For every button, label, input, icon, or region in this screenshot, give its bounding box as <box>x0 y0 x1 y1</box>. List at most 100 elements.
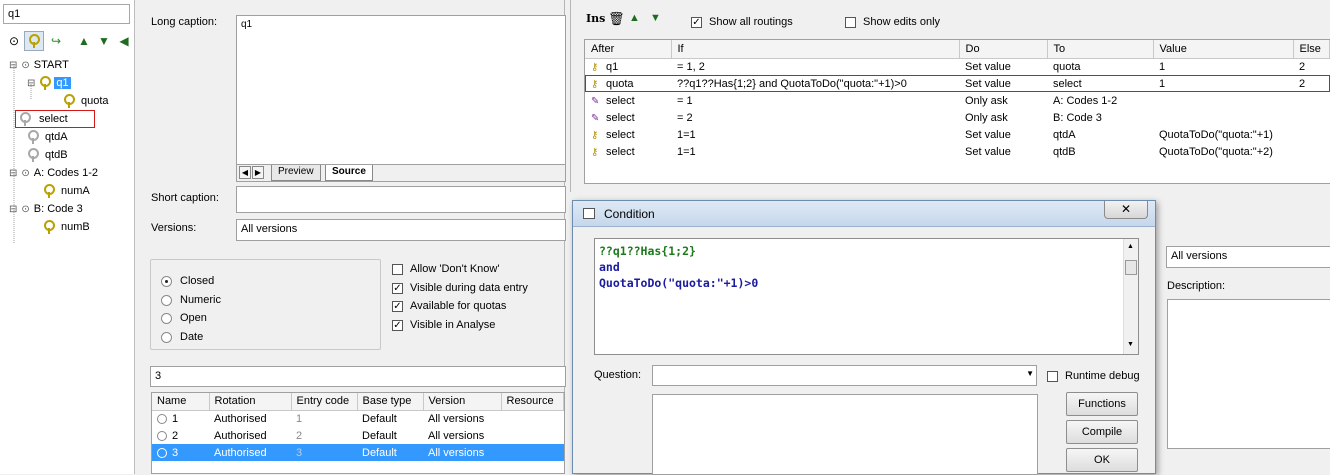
tree-node-codes-1-2[interactable]: ⊟ ⊙ A: Codes 1-2 <box>9 165 98 181</box>
column-header[interactable]: To <box>1047 40 1154 59</box>
functions-button[interactable]: Functions <box>1066 392 1138 416</box>
tree-node-select[interactable]: select <box>15 110 95 128</box>
circle-icon[interactable]: ⊙ <box>4 31 24 51</box>
table-cell: 1 <box>1159 77 1166 90</box>
table-row[interactable]: 2 Authorised 2 Default All versions <box>152 427 564 444</box>
column-header[interactable]: Resource <box>501 393 564 411</box>
editor-scrollbar[interactable]: ▲ ▼ <box>1123 239 1138 354</box>
table-row[interactable]: 3 Authorised 3 Default All versions <box>152 444 564 461</box>
table-cell: All versions <box>423 444 501 461</box>
props-versions-select[interactable]: All versions <box>1166 246 1330 268</box>
arrow-up-icon[interactable]: ▲ <box>74 31 94 51</box>
table-cell: Set value <box>965 145 1011 158</box>
column-header[interactable]: Version <box>423 393 502 411</box>
table-cell <box>1293 126 1330 143</box>
checkbox-box <box>845 16 856 28</box>
type-date-radio[interactable]: Date <box>161 331 203 343</box>
condition-editor[interactable]: ??q1??Has{1;2} and QuotaToDo("quota:"+1)… <box>594 238 1139 355</box>
versions-select[interactable]: All versions <box>236 219 566 241</box>
show-edits-only-checkbox[interactable]: Show edits only <box>845 16 940 28</box>
code-input[interactable]: 3 <box>150 366 566 387</box>
arrow-down-icon[interactable]: ▼ <box>650 12 661 24</box>
column-header[interactable]: Entry code <box>291 393 358 411</box>
collapse-icon[interactable]: ⊟ <box>9 60 17 71</box>
dialog-title: Condition <box>604 207 655 221</box>
row-radio[interactable] <box>157 447 167 458</box>
close-icon[interactable]: ✕ <box>1104 201 1148 219</box>
description-textarea[interactable] <box>1167 299 1330 449</box>
refresh-icon[interactable]: ↪ <box>46 31 66 51</box>
type-open-radio[interactable]: Open <box>161 312 207 324</box>
table-cell: 3 <box>152 444 209 461</box>
table-row-highlighted[interactable]: ⚷ quota ??q1??Has{1;2} and QuotaToDo("quo… <box>585 75 1330 92</box>
long-caption-editor[interactable]: q1 ◀ ▶ Preview Source <box>236 15 566 182</box>
table-cell: ⚷ quota <box>591 77 634 90</box>
insert-button[interactable]: Ins <box>586 12 605 25</box>
scroll-thumb[interactable] <box>1125 260 1137 275</box>
tab-source[interactable]: Source <box>325 165 373 181</box>
table-cell: Authorised <box>214 412 267 425</box>
scroll-right-icon[interactable]: ▶ <box>252 166 264 179</box>
table-cell: Default <box>362 412 397 425</box>
tree-search-input[interactable]: q1 <box>3 4 130 24</box>
type-numeric-radio[interactable]: Numeric <box>161 294 221 306</box>
table-row[interactable]: ✎ select = 2 Only ask B: Code 3 <box>585 109 1330 126</box>
key-icon[interactable] <box>24 31 44 51</box>
row-radio[interactable] <box>157 413 167 424</box>
visible-analyse-checkbox[interactable]: ✓ Visible in Analyse <box>392 319 495 331</box>
runtime-debug-checkbox[interactable]: Runtime debug <box>1047 370 1140 382</box>
collapse-icon[interactable]: ⊟ <box>27 78 35 89</box>
table-row[interactable]: ✎ select = 1 Only ask A: Codes 1-2 <box>585 92 1330 109</box>
question-select[interactable]: ▼ <box>652 365 1037 386</box>
table-cell: ✎ select <box>591 94 635 107</box>
tree-node-qtda[interactable]: qtdA <box>27 129 68 145</box>
chevron-down-icon[interactable]: ▼ <box>1026 369 1034 378</box>
tree-node-numa[interactable]: numA <box>43 183 90 199</box>
allow-dont-know-checkbox[interactable]: Allow 'Don't Know' <box>392 263 499 275</box>
arrow-up-icon[interactable]: ▲ <box>629 12 640 24</box>
window-icon <box>583 208 595 219</box>
collapse-icon[interactable]: ⊟ <box>9 204 17 215</box>
collapse-icon[interactable]: ⊟ <box>9 168 17 179</box>
table-row[interactable]: 1 Authorised 1 Default All versions <box>152 410 564 427</box>
visible-data-entry-checkbox[interactable]: ✓ Visible during data entry <box>392 282 528 294</box>
scroll-left-icon[interactable]: ◀ <box>239 166 251 179</box>
tree-node-q1[interactable]: ⊟ q1 <box>27 75 71 91</box>
arrow-left-icon[interactable]: ◀ <box>114 31 134 51</box>
checkbox-label: Show edits only <box>863 16 941 28</box>
column-header[interactable]: Else <box>1293 40 1330 59</box>
tab-preview[interactable]: Preview <box>271 165 321 181</box>
arrow-down-icon[interactable]: ▼ <box>94 31 114 51</box>
type-closed-radio[interactable]: Closed <box>161 275 214 287</box>
row-radio[interactable] <box>157 430 167 441</box>
table-row[interactable]: ⚷ select 1=1 Set value qtdB QuotaToDo("qu… <box>585 143 1330 160</box>
column-header[interactable]: Rotation <box>209 393 292 411</box>
short-caption-input[interactable] <box>236 186 566 213</box>
show-all-routings-checkbox[interactable]: ✓ Show all routings <box>691 16 793 28</box>
question-codes-list[interactable] <box>652 394 1038 475</box>
long-caption-text: q1 <box>241 19 253 30</box>
tree-node-start[interactable]: ⊟ ⊙ START <box>9 57 69 73</box>
compile-button[interactable]: Compile <box>1066 420 1138 444</box>
available-quotas-checkbox[interactable]: ✓ Available for quotas <box>392 300 506 312</box>
table-cell <box>501 410 564 427</box>
scroll-up-icon[interactable]: ▲ <box>1127 243 1134 250</box>
tree-node-qtdb[interactable]: qtdB <box>27 147 68 163</box>
column-header[interactable]: If <box>671 40 960 59</box>
tree-node-label: B: Code 3 <box>33 203 83 215</box>
tree-node-code-3[interactable]: ⊟ ⊙ B: Code 3 <box>9 201 83 217</box>
table-row[interactable]: ⚷ q1 = 1, 2 Set value quota 1 2 <box>585 58 1330 75</box>
tree-node-numb[interactable]: numB <box>43 219 90 235</box>
scroll-down-icon[interactable]: ▼ <box>1127 341 1134 348</box>
table-row[interactable]: ⚷ select 1=1 Set value qtdA QuotaToDo("qu… <box>585 126 1330 143</box>
column-header[interactable]: Do <box>959 40 1048 59</box>
ok-button[interactable]: OK <box>1066 448 1138 472</box>
radio-dot <box>161 312 172 324</box>
column-header[interactable]: Base type <box>357 393 424 411</box>
column-header[interactable]: Value <box>1153 40 1294 59</box>
tree-node-quota[interactable]: quota <box>63 93 109 109</box>
trash-icon[interactable]: 🗑 <box>608 11 625 27</box>
key-icon <box>63 94 75 108</box>
column-header[interactable]: After <box>585 40 672 59</box>
column-header[interactable]: Name <box>152 393 210 411</box>
